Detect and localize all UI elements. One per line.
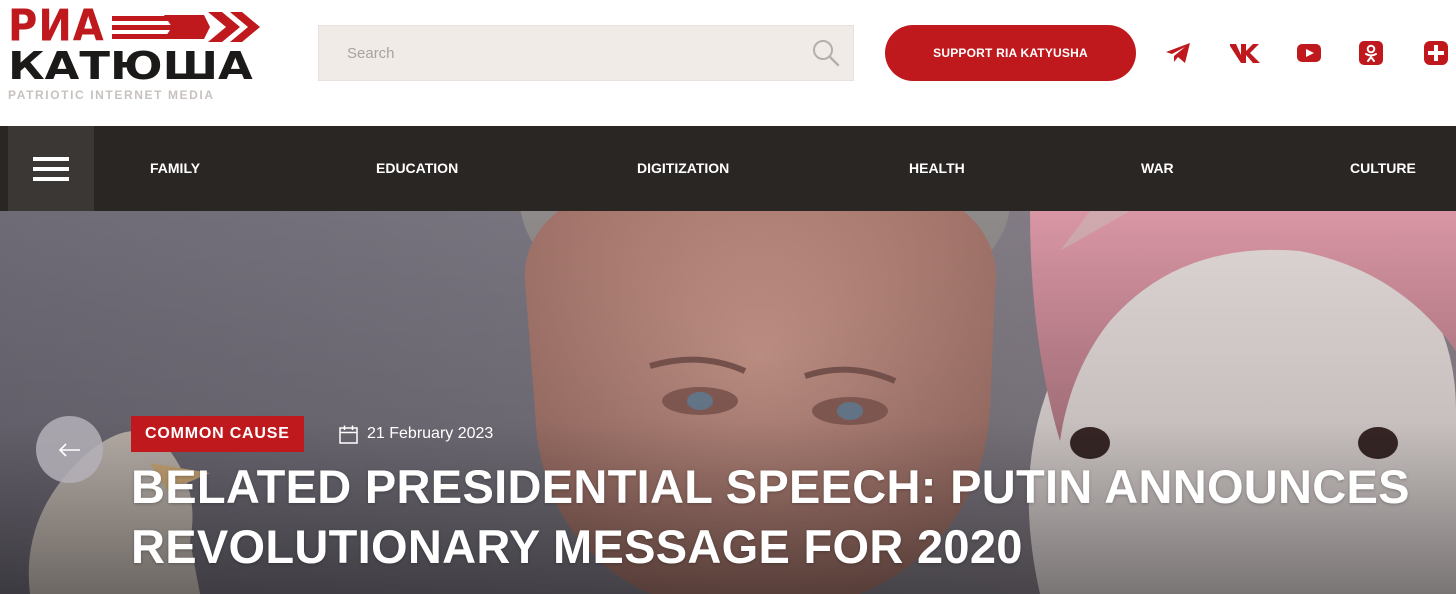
search-box <box>318 25 854 81</box>
hamburger-menu-icon[interactable] <box>8 126 94 211</box>
nav-item-culture[interactable]: CULTURE <box>1350 126 1416 211</box>
telegram-icon[interactable] <box>1165 40 1191 66</box>
article-date: 21 February 2023 <box>339 422 493 446</box>
logo-text-ria: РИА <box>8 0 105 52</box>
search-input[interactable] <box>319 26 799 80</box>
nav-item-war[interactable]: WAR <box>1141 126 1174 211</box>
nav-item-education[interactable]: EDUCATION <box>376 126 458 211</box>
nav-item-digitization[interactable]: DIGITIZATION <box>637 126 729 211</box>
search-icon[interactable] <box>812 39 840 67</box>
rutube-icon[interactable] <box>1423 40 1449 66</box>
category-badge[interactable]: COMMON CAUSE <box>131 416 304 452</box>
support-button[interactable]: SUPPORT RIA KATYUSHA <box>885 25 1136 81</box>
arrow-left-icon[interactable] <box>36 416 103 483</box>
logo-tagline: PATRIOTIC INTERNET MEDIA <box>8 88 215 102</box>
date-text: 21 February 2023 <box>367 425 494 442</box>
site-logo[interactable]: РИА КАТЮША PATRIOTIC INTERNET MEDIA <box>8 0 260 102</box>
nav-item-family[interactable]: FAMILY <box>150 126 200 211</box>
nav-item-health[interactable]: HEALTH <box>909 126 965 211</box>
logo-text-katyusha: КАТЮША <box>8 44 253 88</box>
logo-arrow-icon <box>112 12 260 42</box>
site-header: РИА КАТЮША PATRIOTIC INTERNET MEDIA SUPP… <box>0 0 1456 126</box>
main-nav: FAMILY EDUCATION DIGITIZATION HEALTH WAR… <box>0 126 1456 211</box>
odnoklassniki-icon[interactable] <box>1358 40 1384 66</box>
vk-icon[interactable] <box>1229 40 1261 66</box>
youtube-icon[interactable] <box>1296 40 1322 66</box>
article-headline[interactable]: BELATED PRESIDENTIAL SPEECH: PUTIN ANNOU… <box>131 457 1451 577</box>
calendar-icon <box>339 425 358 444</box>
hero-banner[interactable]: COMMON CAUSE 21 February 2023 BELATED PR… <box>0 211 1456 594</box>
